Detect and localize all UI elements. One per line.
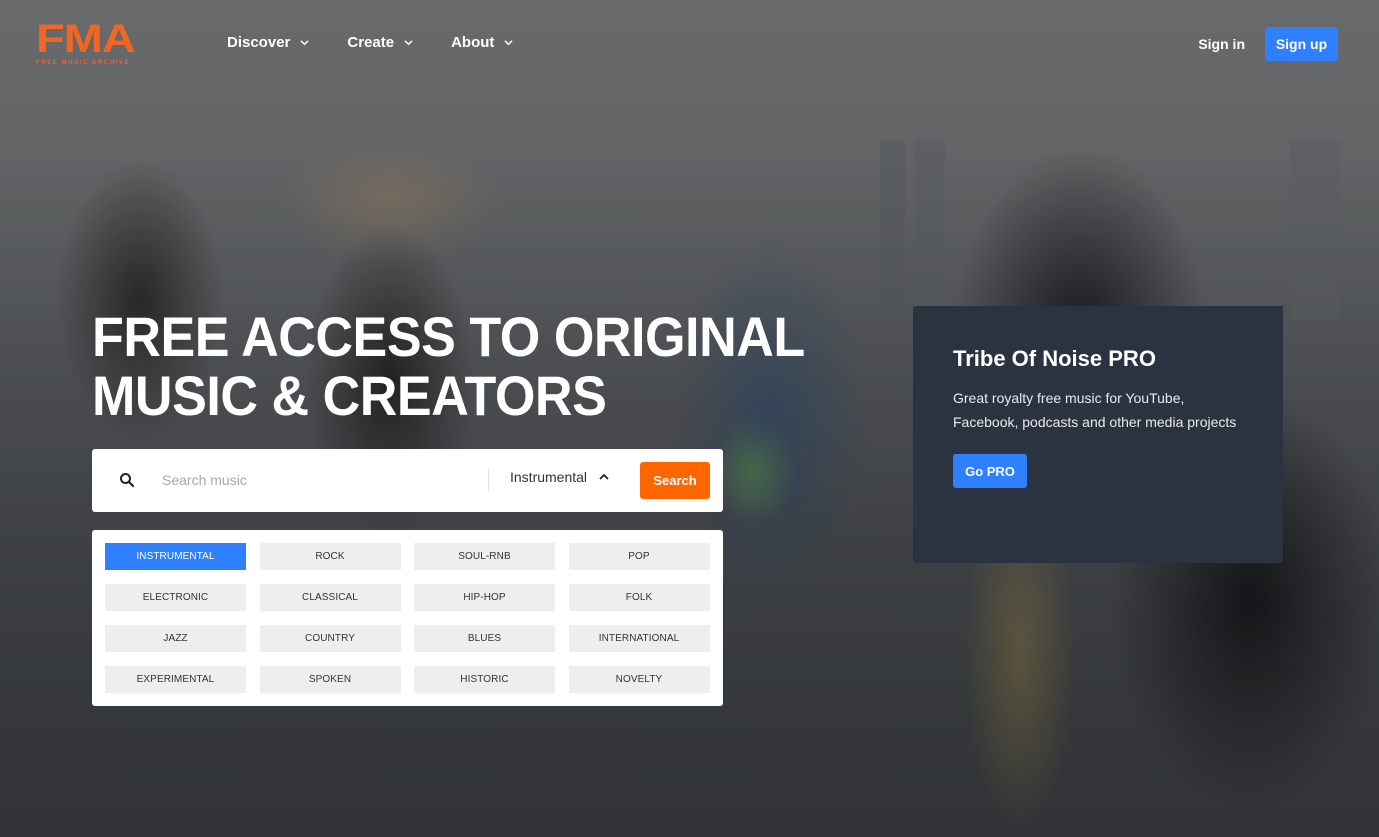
nav-about[interactable]: About [451, 34, 514, 51]
nav-create-label: Create [347, 34, 395, 51]
genre-option-soul-rnb[interactable]: SOUL-RNB [414, 543, 555, 570]
nav-discover[interactable]: Discover [227, 34, 309, 51]
genre-option-spoken[interactable]: SPOKEN [259, 666, 401, 693]
genre-option-historic[interactable]: HISTORIC [414, 666, 555, 693]
search-icon [120, 473, 135, 488]
genre-option-electronic[interactable]: ELECTRONIC [105, 584, 246, 611]
genre-option-rock[interactable]: ROCK [259, 543, 401, 570]
hero-title-line-2: MUSIC & CREATORS [92, 364, 607, 427]
search-input[interactable] [162, 467, 462, 493]
hero-title: FREE ACCESS TO ORIGINAL MUSIC & CREATORS [92, 307, 805, 425]
genre-select-value: Instrumental [510, 469, 588, 485]
genre-option-pop[interactable]: POP [568, 543, 710, 570]
nav-create[interactable]: Create [347, 34, 413, 51]
logo-mark: FMA [36, 17, 136, 61]
chevron-down-icon [404, 40, 413, 46]
genre-option-hip-hop[interactable]: HIP-HOP [414, 584, 555, 611]
genre-option-folk[interactable]: FOLK [568, 584, 710, 611]
genre-option-international[interactable]: INTERNATIONAL [568, 625, 710, 652]
sign-in-link[interactable]: Sign in [1198, 36, 1245, 52]
fma-logo[interactable]: FMA Free Music Archive [36, 19, 148, 66]
genre-option-novelty[interactable]: NOVELTY [568, 666, 710, 693]
nav-about-label: About [451, 34, 495, 51]
main-nav: Discover Create About [227, 34, 551, 51]
chevron-up-icon [599, 473, 609, 480]
genre-dropdown: INSTRUMENTAL ROCK SOUL-RNB POP ELECTRONI… [92, 530, 723, 706]
chevron-down-icon [504, 40, 514, 46]
genre-option-classical[interactable]: CLASSICAL [259, 584, 401, 611]
genre-option-experimental[interactable]: EXPERIMENTAL [105, 666, 246, 693]
search-bar: Instrumental Search [92, 449, 723, 512]
genre-option-jazz[interactable]: JAZZ [105, 625, 246, 652]
auth-actions: Sign in Sign up [1198, 27, 1338, 61]
site-header: FMA Free Music Archive Discover Create A… [0, 0, 1379, 90]
pro-card-description: Great royalty free music for YouTube, Fa… [953, 390, 1237, 430]
search-divider [488, 469, 489, 491]
genre-select[interactable]: Instrumental [510, 469, 609, 485]
genre-option-country[interactable]: COUNTRY [259, 625, 401, 652]
nav-discover-label: Discover [227, 34, 291, 51]
search-button[interactable]: Search [640, 462, 710, 499]
pro-card-title: Tribe Of Noise PRO [953, 346, 1156, 371]
go-pro-button[interactable]: Go PRO [953, 454, 1027, 488]
genre-option-blues[interactable]: BLUES [414, 625, 555, 652]
sign-up-button[interactable]: Sign up [1265, 27, 1338, 61]
chevron-down-icon [300, 40, 309, 46]
hero-title-line-1: FREE ACCESS TO ORIGINAL [92, 305, 805, 368]
genre-option-instrumental[interactable]: INSTRUMENTAL [105, 543, 246, 570]
pro-promo-card: Tribe Of Noise PRO Great royalty free mu… [913, 306, 1283, 563]
